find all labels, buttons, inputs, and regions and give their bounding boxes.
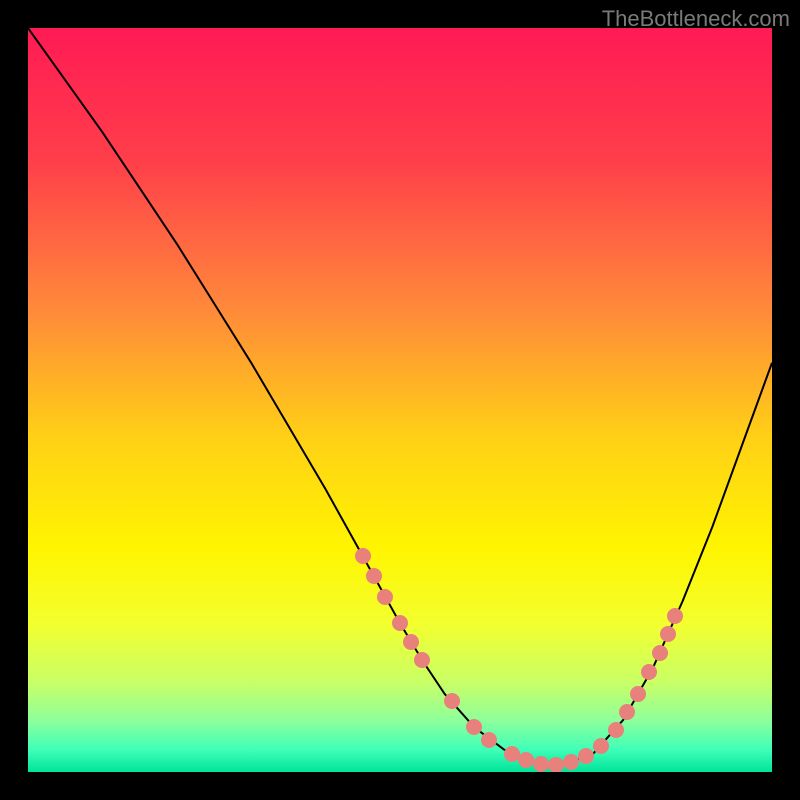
data-dot (533, 756, 549, 772)
data-dot (667, 608, 683, 624)
data-dot (414, 652, 430, 668)
watermark-text: TheBottleneck.com (602, 6, 790, 32)
data-dot (377, 589, 393, 605)
data-dot (641, 664, 657, 680)
data-dot (652, 645, 668, 661)
data-dot (563, 754, 579, 770)
data-dot (366, 568, 382, 584)
data-dot (548, 757, 564, 772)
data-dot (518, 752, 534, 768)
data-dot (392, 615, 408, 631)
data-dots-layer (28, 28, 772, 772)
plot-area (28, 28, 772, 772)
data-dot (660, 626, 676, 642)
data-dot (355, 548, 371, 564)
data-dot (630, 686, 646, 702)
data-dot (578, 748, 594, 764)
data-dot (608, 722, 624, 738)
data-dot (593, 738, 609, 754)
data-dot (619, 704, 635, 720)
data-dot (481, 732, 497, 748)
data-dot (466, 719, 482, 735)
data-dot (444, 693, 460, 709)
data-dot (403, 634, 419, 650)
data-dot (504, 746, 520, 762)
